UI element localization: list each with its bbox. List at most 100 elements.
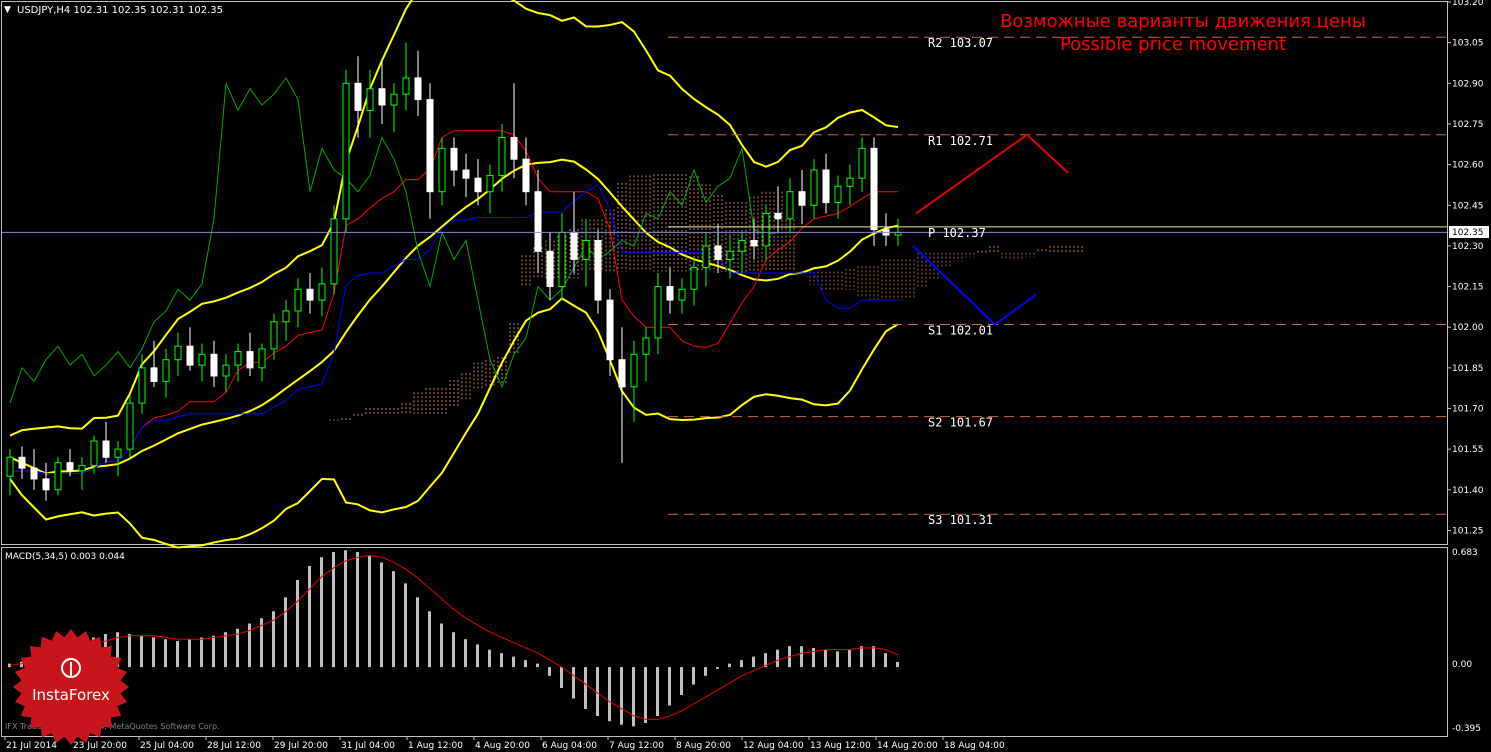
price-tick-label: 101.70	[1452, 405, 1484, 415]
candle-body	[270, 321, 278, 350]
logo-text: InstaForex	[32, 686, 110, 704]
macd-histogram-bar	[560, 667, 563, 689]
candle-body	[162, 359, 170, 382]
macd-histogram-bar	[668, 667, 671, 706]
time-tick-label: 28 Jul 12:00	[207, 741, 261, 751]
candle-body	[870, 147, 878, 231]
candle-body	[786, 191, 794, 220]
macd-histogram-bar	[320, 557, 323, 668]
macd-histogram-bar	[476, 644, 479, 668]
macd-histogram-bar	[692, 667, 695, 685]
candle-body	[282, 310, 290, 323]
time-tick-label: 8 Aug 20:00	[676, 741, 731, 751]
price-tick-label: 101.40	[1452, 486, 1484, 496]
macd-histogram-bar	[440, 623, 443, 668]
candle-body	[810, 169, 818, 206]
candle-body	[78, 464, 86, 472]
candle-body	[30, 467, 38, 480]
macd-histogram-bar	[404, 583, 407, 668]
macd-histogram-bar	[500, 653, 503, 668]
price-tick-label: 101.55	[1452, 445, 1484, 455]
macd-plot-frame	[1, 547, 1448, 737]
time-tick-label: 7 Aug 12:00	[609, 741, 664, 751]
candle-body	[522, 158, 530, 193]
candle-body	[762, 212, 770, 247]
candle-body	[342, 82, 350, 220]
macd-histogram-bar	[188, 639, 191, 668]
price-tick-label: 102.90	[1452, 79, 1484, 89]
time-tick-label: 6 Aug 04:00	[542, 741, 597, 751]
candle-body	[138, 367, 146, 404]
time-tick-label: 13 Aug 12:00	[810, 741, 871, 751]
macd-histogram-bar	[416, 597, 419, 668]
macd-histogram-bar	[164, 639, 167, 668]
macd-histogram-bar	[200, 637, 203, 668]
macd-histogram-bar	[296, 579, 299, 668]
main-plot-frame	[1, 1, 1448, 545]
pivot-levels: R2 103.07 R1 102.71 P 102.37 S1 102.01 S2 10…	[668, 36, 1447, 527]
candle-body	[210, 353, 218, 377]
macd-histogram-bar	[548, 667, 551, 676]
candlesticks	[2, 42, 1447, 501]
ichimoku-lines	[9, 76, 898, 475]
candle-body	[834, 185, 842, 204]
candle-body	[198, 353, 206, 366]
candle-body	[546, 250, 554, 288]
annotation-russian: Возможные варианты движения цены	[1000, 11, 1366, 32]
macd-indicator	[8, 550, 899, 727]
macd-histogram-bar	[224, 632, 227, 668]
candle-body	[846, 177, 854, 187]
candle-body	[174, 345, 182, 361]
price-tick-label: 101.25	[1452, 526, 1484, 536]
candle-body	[822, 169, 830, 204]
candle-body	[474, 177, 482, 193]
macd-histogram-bar	[212, 635, 215, 668]
time-tick-label: 12 Aug 04:00	[743, 741, 804, 751]
macd-histogram-bar	[368, 555, 371, 668]
candle-body	[618, 359, 626, 388]
candle-body	[306, 288, 314, 301]
macd-histogram-bar	[644, 667, 647, 723]
time-tick-label: 4 Aug 20:00	[475, 741, 530, 751]
candle-body	[222, 364, 230, 377]
candle-body	[126, 402, 134, 450]
macd-histogram-bar	[860, 646, 863, 668]
dropdown-triangle-icon[interactable]: ▼	[4, 5, 11, 15]
candle-body	[570, 231, 578, 260]
pivot-label-s1: S1 102.01	[928, 323, 993, 337]
macd-histogram-bar	[308, 565, 311, 668]
candle-body	[582, 239, 590, 260]
candle-body	[594, 239, 602, 301]
macd-histogram-bar	[608, 667, 611, 722]
macd-histogram-bar	[284, 597, 287, 668]
macd-histogram-bar	[812, 647, 815, 668]
bollinger-dn-line	[9, 297, 899, 549]
macd-histogram-bar	[896, 661, 899, 668]
candle-body	[642, 337, 650, 355]
macd-histogram-bar	[452, 632, 455, 668]
time-tick-label: 25 Jul 04:00	[140, 741, 194, 751]
candle-body	[186, 345, 194, 366]
candle-body	[402, 77, 410, 95]
macd-histogram-bar	[740, 660, 743, 668]
time-tick-label: 31 Jul 04:00	[341, 741, 395, 751]
annotation-english: Possible price movement	[1060, 34, 1286, 55]
candle-body	[258, 348, 266, 369]
instaforex-logo: InstaForex	[13, 629, 129, 745]
candle-body	[678, 288, 686, 301]
candle-body	[390, 93, 398, 106]
macd-histogram-bar	[836, 651, 839, 668]
candle-body	[294, 288, 302, 312]
candle-body	[690, 267, 698, 290]
macd-histogram-bar	[716, 667, 719, 669]
candle-body	[102, 440, 110, 458]
candle-body	[798, 191, 806, 206]
time-tick-label: 29 Jul 20:00	[274, 741, 328, 751]
macd-histogram-bar	[392, 571, 395, 668]
price-tick-label: 102.45	[1452, 201, 1484, 211]
macd-histogram-bar	[752, 656, 755, 668]
time-tick-label: 14 Aug 20:00	[877, 741, 938, 751]
macd-histogram-bar	[512, 656, 515, 668]
candle-body	[486, 174, 494, 193]
macd-histogram-bar	[380, 562, 383, 668]
